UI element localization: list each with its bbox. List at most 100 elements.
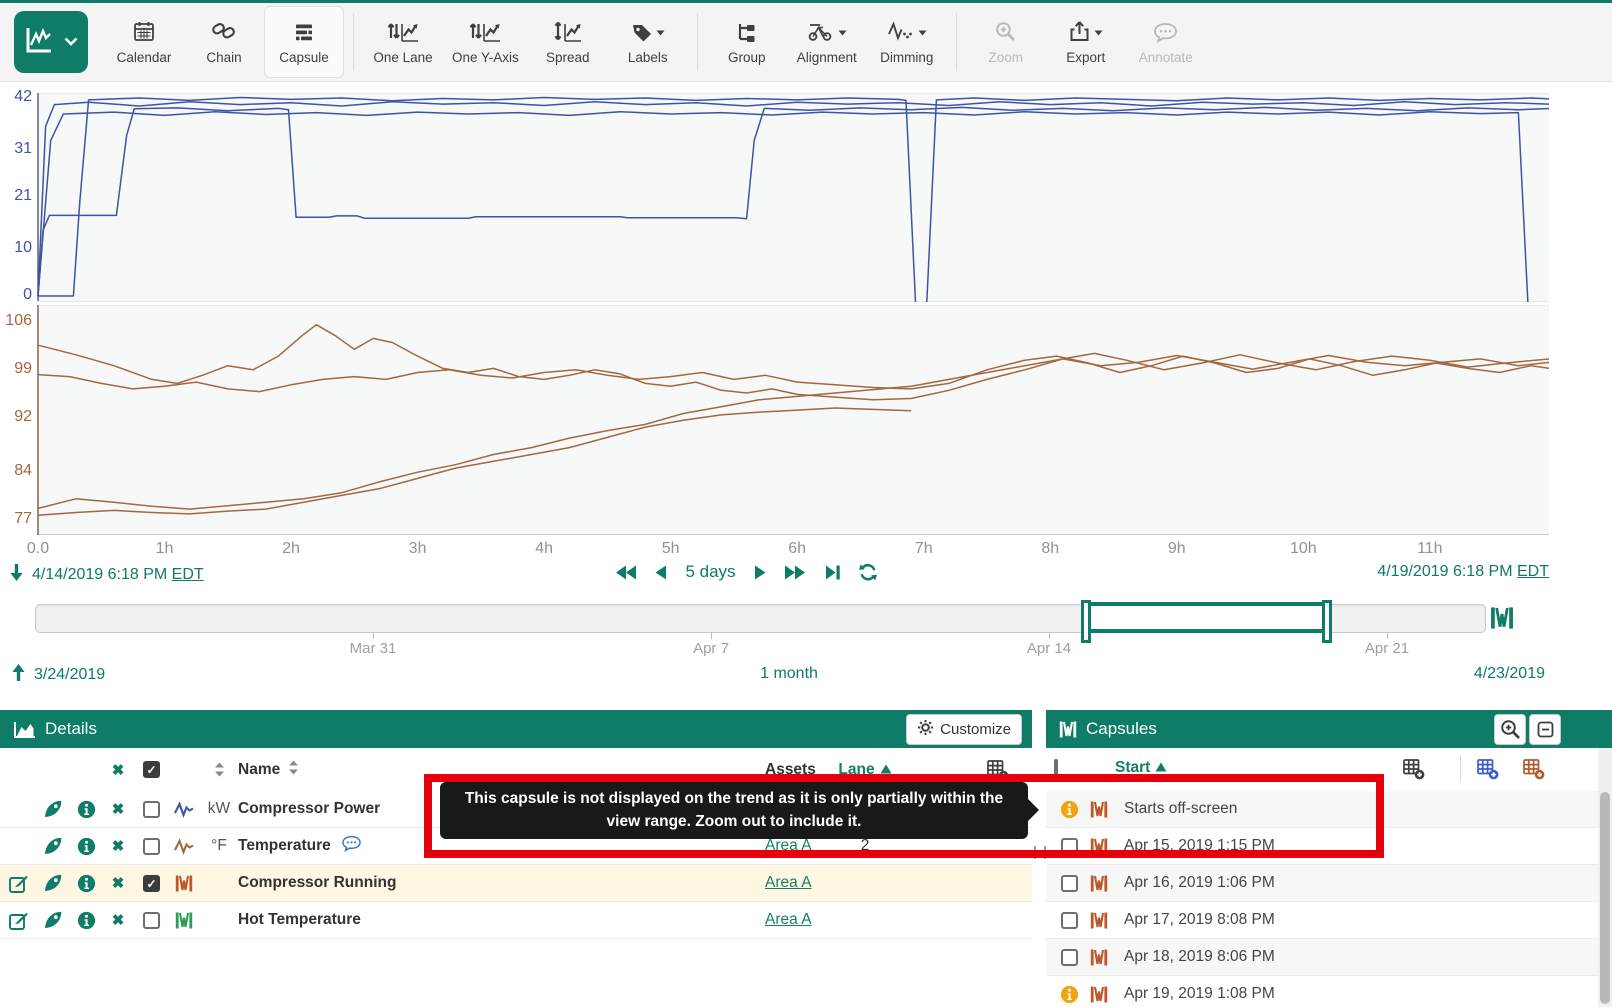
edit-icon[interactable] [0, 910, 36, 931]
edit-icon[interactable] [0, 873, 36, 894]
toolbar-button-labels[interactable]: Labels [608, 6, 688, 78]
toolbar-button-spread[interactable]: Spread [528, 6, 608, 78]
capsules-scrollbar[interactable] [1598, 748, 1612, 1007]
capsule-row[interactable]: Apr 16, 2019 1:06 PM [1046, 865, 1598, 902]
capsules-select-all-checkbox[interactable] [1054, 759, 1058, 780]
lane-column-header[interactable]: Lane [838, 761, 874, 779]
remove-icon[interactable]: ✖ [102, 800, 134, 818]
toolbar-button-one-lane[interactable]: One Lane [363, 6, 443, 78]
y-axis-tick-label: 10 [0, 239, 32, 257]
toolbar-button-label: Alignment [797, 50, 857, 65]
add-condition-column-icon[interactable] [1522, 758, 1546, 785]
item-checkbox[interactable] [134, 801, 168, 818]
toolbar-button-capsule[interactable]: Capsule [264, 6, 344, 78]
name-column-header[interactable]: Name [238, 761, 280, 779]
info-icon[interactable] [70, 837, 102, 856]
toolbar-button-export[interactable]: Export [1046, 6, 1126, 78]
checkbox[interactable] [143, 912, 160, 929]
slider-handle-right[interactable] [1322, 600, 1332, 643]
rocket-icon[interactable] [36, 910, 70, 930]
asset-link[interactable]: Area A [740, 837, 830, 855]
capsules-zoom-button[interactable] [1494, 714, 1526, 745]
remove-icon[interactable]: ✖ [102, 911, 134, 929]
display-range-end[interactable]: 4/19/2019 6:18 PM EDT [0, 563, 1549, 581]
capsule-start-label: Apr 18, 2019 8:06 PM [1114, 948, 1598, 966]
remove-all-icon[interactable]: ✖ [112, 761, 125, 779]
capsule-checkbox[interactable] [1054, 912, 1084, 929]
slider-selected-range[interactable] [1086, 602, 1327, 633]
select-all-checkbox[interactable] [143, 761, 160, 778]
toolbar-button-label: Dimming [880, 50, 933, 65]
capsule-checkbox[interactable] [1054, 949, 1084, 966]
capsule-row[interactable]: Starts off-screen [1046, 791, 1598, 828]
toolbar: Calendar Chain Capsule One Lane One Y-AxisSp… [0, 3, 1612, 82]
toolbar-button-chain[interactable]: Chain [184, 6, 264, 78]
toolbar-button-annotate: Annotate [1126, 6, 1206, 78]
toolbar-button-one-y-axis[interactable]: One Y-Axis [443, 6, 528, 78]
signal-color-icon [168, 838, 200, 855]
warning-info-icon[interactable] [1054, 800, 1084, 819]
customize-button[interactable]: Customize [906, 714, 1022, 745]
y-axis-tick-label: 99 [0, 360, 32, 378]
x-axis-tick-label: 4h [535, 540, 553, 558]
checkbox[interactable] [1061, 838, 1078, 855]
details-row-compressor-running[interactable]: ✖Compressor RunningArea A [0, 865, 1032, 902]
checkbox[interactable] [143, 838, 160, 855]
item-checkbox[interactable] [134, 912, 168, 929]
updown-icon [387, 19, 419, 43]
x-axis-tick-label: 3h [409, 540, 427, 558]
slider-tick [711, 632, 712, 639]
rocket-icon[interactable] [36, 799, 70, 819]
capsule-row[interactable]: Apr 15, 2019 1:15 PM [1046, 828, 1598, 865]
capsule-time-toggle-icon[interactable] [1490, 605, 1514, 636]
sort-asc-icon [880, 761, 892, 779]
checkbox[interactable] [143, 875, 160, 892]
add-signal-column-icon[interactable] [1476, 758, 1500, 785]
toolbar-button-alignment[interactable]: Alignment [787, 6, 867, 78]
info-icon[interactable] [70, 874, 102, 893]
add-column-icon[interactable] [900, 759, 1032, 781]
checkbox[interactable] [1061, 912, 1078, 929]
capsule-checkbox[interactable] [1054, 875, 1084, 892]
scrollbar-thumb[interactable] [1600, 792, 1610, 1004]
toolbar-button-group[interactable]: Group [707, 6, 787, 78]
signal-color-icon [168, 801, 200, 818]
rocket-icon[interactable] [36, 873, 70, 893]
sort-icon-name[interactable] [288, 760, 299, 780]
toolbar-button-label: One Lane [373, 50, 432, 65]
capsule-row[interactable]: Apr 18, 2019 8:06 PM [1046, 939, 1598, 976]
investigate-end-date[interactable]: 4/23/2019 [0, 665, 1545, 683]
capsule-row[interactable]: Apr 17, 2019 8:08 PM [1046, 902, 1598, 939]
rocket-icon[interactable] [36, 836, 70, 856]
item-checkbox[interactable] [134, 838, 168, 855]
checkbox[interactable] [1061, 875, 1078, 892]
start-column-header[interactable]: Start [1115, 759, 1150, 777]
capsules-collapse-button[interactable] [1529, 714, 1561, 745]
remove-icon[interactable]: ✖ [102, 874, 134, 892]
y-axis-tick-label: 92 [0, 408, 32, 426]
add-capsule-column-icon[interactable] [1402, 758, 1426, 785]
details-row-hot-temperature[interactable]: ✖Hot TemperatureArea A [0, 902, 1032, 939]
warning-info-icon[interactable] [1054, 985, 1084, 1004]
annotation-bubble-icon[interactable] [341, 835, 362, 857]
asset-link[interactable]: Area A [740, 911, 830, 929]
x-axis-tick-label: 11h [1417, 540, 1443, 558]
checkbox[interactable] [143, 801, 160, 818]
toolbar-button-label: Chain [206, 50, 241, 65]
panel-resize-grip[interactable] [1034, 846, 1046, 859]
info-icon[interactable] [70, 800, 102, 819]
item-checkbox[interactable] [134, 875, 168, 892]
capsule-row[interactable]: Apr 19, 2019 1:08 PM [1046, 976, 1598, 1007]
toolbar-button-calendar[interactable]: Calendar [104, 6, 184, 78]
info-icon[interactable] [70, 911, 102, 930]
toolbar-button-dimming[interactable]: Dimming [867, 6, 947, 78]
assets-column-header[interactable]: Assets [765, 761, 816, 779]
gear-icon [917, 719, 934, 740]
sort-icon[interactable] [200, 762, 238, 777]
capsule-checkbox[interactable] [1054, 838, 1084, 855]
slider-handle-left[interactable] [1081, 600, 1091, 643]
trend-view-menu-button[interactable] [14, 11, 88, 73]
checkbox[interactable] [1061, 949, 1078, 966]
remove-icon[interactable]: ✖ [102, 837, 134, 855]
asset-link[interactable]: Area A [740, 874, 830, 892]
